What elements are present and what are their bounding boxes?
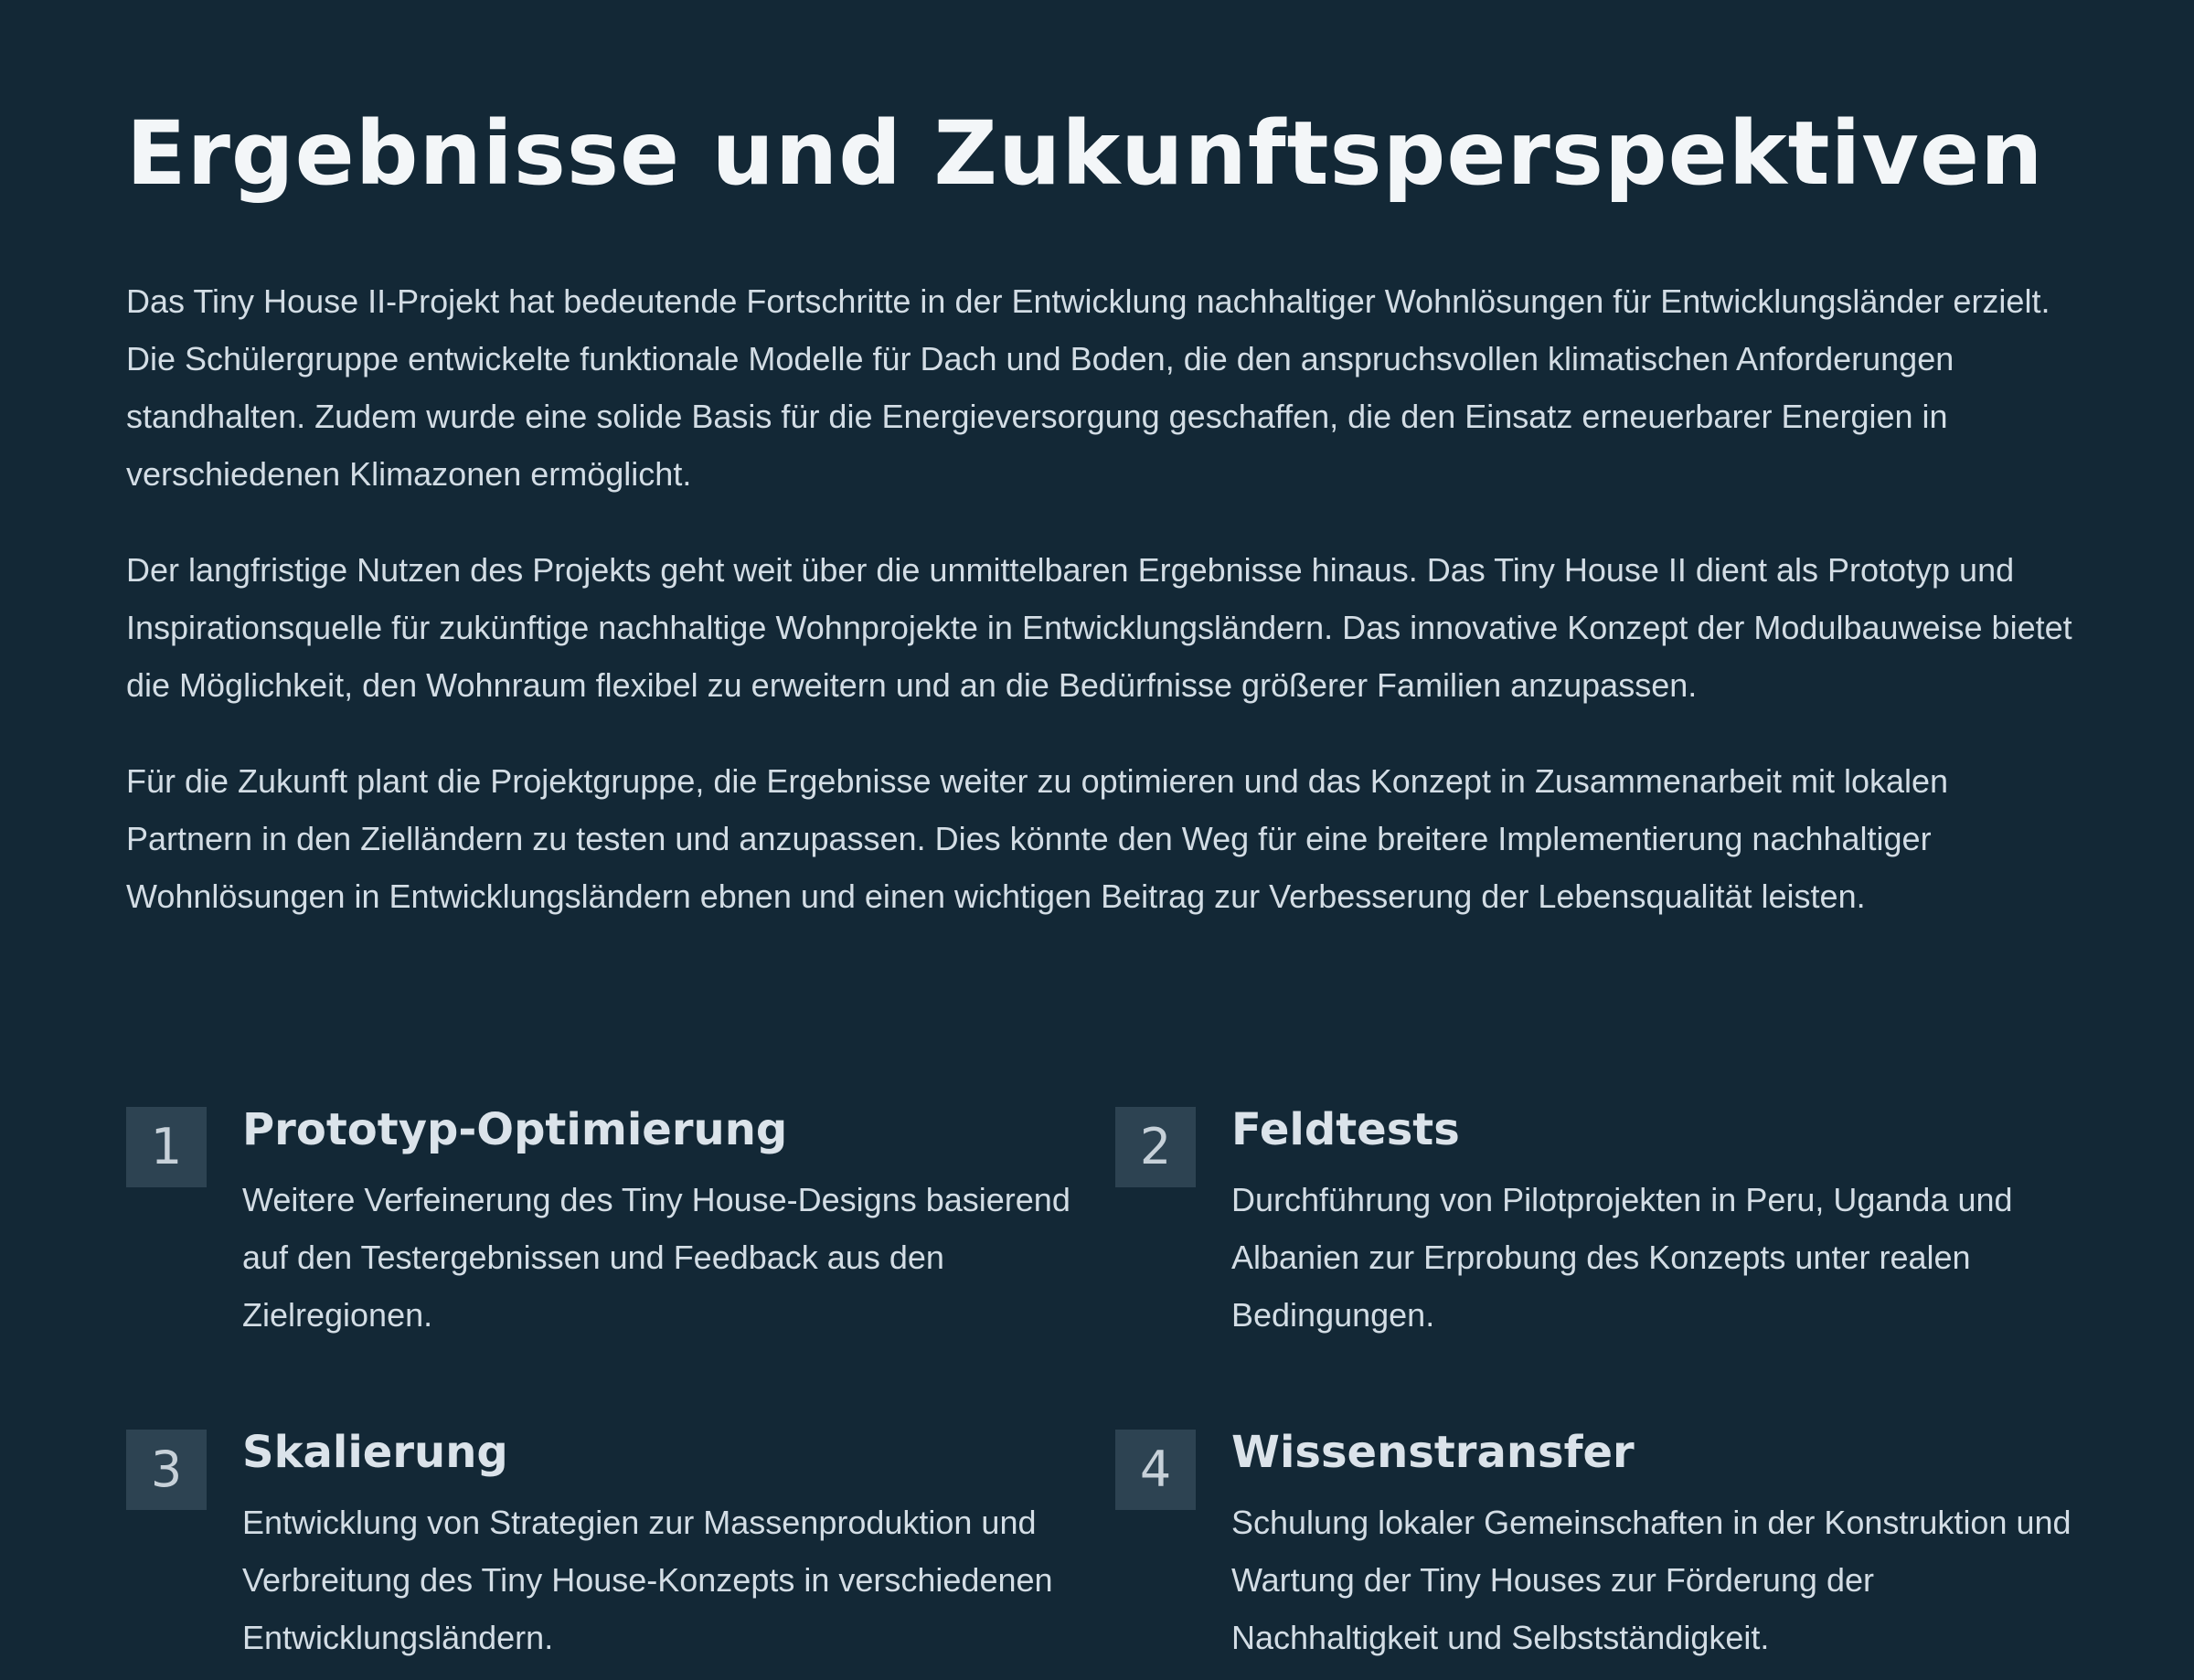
step-description: Durchführung von Pilotprojekten in Peru,… [1231, 1181, 2013, 1334]
step-number-badge: 4 [1115, 1430, 1196, 1510]
step-title: Wissenstransfer [1231, 1427, 1635, 1478]
step-content: Feldtests Durchführung von Pilotprojekte… [1231, 1101, 2072, 1344]
page-title: Ergebnisse und Zukunftsperspektiven [126, 102, 2044, 205]
step-number-badge: 3 [126, 1430, 207, 1510]
content-page: Ergebnisse und Zukunftsperspektiven Das … [126, 90, 2073, 1656]
step-content: Prototyp-Optimierung Weitere Verfeinerun… [242, 1101, 1083, 1344]
intro-paragraph: Das Tiny House II-Projekt hat bedeutende… [126, 282, 2050, 493]
step-description: Weitere Verfeinerung des Tiny House-Desi… [242, 1181, 1070, 1334]
intro-paragraph: Der langfristige Nutzen des Projekts geh… [126, 551, 2072, 704]
step-title: Skalierung [242, 1427, 508, 1478]
step-number-badge: 2 [1115, 1107, 1196, 1187]
step-title: Feldtests [1231, 1104, 1460, 1155]
step-content: Skalierung Entwicklung von Strategien zu… [242, 1424, 1083, 1666]
step-content: Wissenstransfer Schulung lokaler Gemeins… [1231, 1424, 2072, 1666]
intro-paragraph: Für die Zukunft plant die Projektgruppe,… [126, 762, 1949, 915]
step-description: Entwicklung von Strategien zur Massenpro… [242, 1504, 1053, 1656]
intro-text: Das Tiny House II-Projekt hat bedeutende… [126, 272, 2073, 925]
step-title: Prototyp-Optimierung [242, 1104, 788, 1155]
step-number-badge: 1 [126, 1107, 207, 1187]
step-description: Schulung lokaler Gemeinschaften in der K… [1231, 1504, 2072, 1656]
